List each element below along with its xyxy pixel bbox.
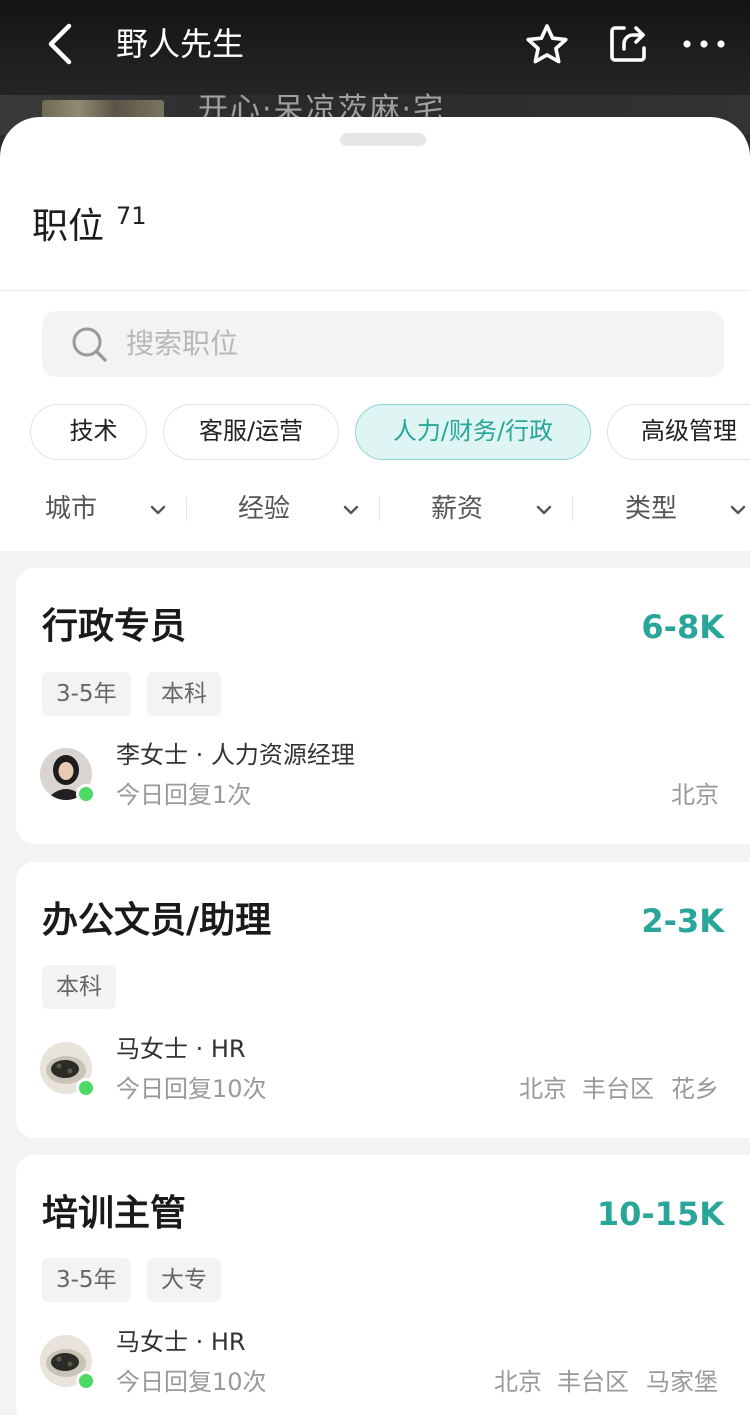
chevron-down-icon [150,505,166,515]
job-tag: 本科 [147,672,221,716]
job-tag: 3-5年 [42,672,131,716]
online-indicator [76,784,96,804]
filter-separator [572,497,573,521]
filter-type[interactable]: 类型 [625,481,747,537]
job-location-area: 马家堡 [646,1368,718,1396]
job-location-city: 北京 [671,781,719,809]
favorite-button[interactable] [522,20,572,68]
filter-label: 薪资 [431,494,484,524]
share-icon [610,26,646,62]
job-location-area: 花乡 [671,1075,719,1103]
reply-count: 今日回复10次 [116,1075,267,1103]
section-title: 职位 [32,206,105,247]
section-count: 71 [116,202,147,230]
online-indicator [76,1078,96,1098]
more-button[interactable] [680,20,728,68]
more-dots-icon [683,40,725,48]
avatar [40,748,96,804]
search-placeholder: 搜索职位 [126,327,239,360]
filter-label: 城市 [45,494,98,524]
filter-separator [379,497,380,521]
avatar [40,1042,96,1098]
filter-label: 类型 [625,494,678,524]
category-chip-service-ops[interactable]: 客服/运营 [163,404,339,460]
job-title: 行政专员 [42,606,187,647]
job-salary: 10-15K [596,1195,724,1233]
job-salary: 6-8K [641,608,724,646]
reply-count: 今日回复1次 [116,781,252,809]
job-tag: 3-5年 [42,1258,131,1302]
job-card[interactable]: 办公文员/助理 2-3K 本科 马女士 · HR 今日回复10次 北京 丰台区 … [16,862,750,1138]
online-indicator [76,1371,96,1391]
category-chip-label: 高级管理 [641,417,737,445]
filter-experience[interactable]: 经验 [238,481,360,537]
chevron-down-icon [343,505,359,515]
job-location-district: 丰台区 [557,1368,629,1396]
filter-separator [186,497,187,521]
job-tag: 大专 [147,1258,221,1302]
chevron-left-icon [48,23,72,65]
back-button[interactable] [36,20,84,68]
job-salary: 2-3K [641,902,724,940]
divider [0,290,750,291]
recruiter-info: 马女士 · HR [116,1035,246,1063]
category-chip-label: 客服/运营 [198,417,304,445]
chevron-down-icon [730,505,746,515]
job-tag: 本科 [42,965,116,1009]
jobs-sheet: 职位 71 搜索职位 技术 客服/运营 人力/财务/行政 高级管理 城市 经验 [0,117,750,551]
job-location-district: 丰台区 [582,1075,654,1103]
filter-city[interactable]: 城市 [45,481,167,537]
job-location-city: 北京 [494,1368,542,1396]
job-card[interactable]: 行政专员 6-8K 3-5年 本科 李女士 · 人力资源经理 今日回复1次 北京 [16,568,750,844]
avatar [40,1335,96,1391]
category-chip-label: 人力/财务/行政 [392,417,554,445]
search-input[interactable]: 搜索职位 [42,311,724,377]
filter-label: 经验 [238,494,291,524]
chevron-down-icon [536,505,552,515]
category-chip-label: 技术 [69,417,118,445]
category-chip-senior-management[interactable]: 高级管理 [607,404,750,460]
job-title: 培训主管 [42,1193,187,1234]
search-icon [70,325,110,365]
reply-count: 今日回复10次 [116,1368,267,1396]
job-location-city: 北京 [519,1075,567,1103]
category-chip-tech[interactable]: 技术 [30,404,147,460]
job-card[interactable]: 培训主管 10-15K 3-5年 大专 马女士 · HR 今日回复10次 北京 … [16,1155,750,1415]
recruiter-info: 马女士 · HR [116,1328,246,1356]
filter-salary[interactable]: 薪资 [431,481,553,537]
job-title: 办公文员/助理 [42,900,272,941]
recruiter-info: 李女士 · 人力资源经理 [116,741,355,769]
star-icon [526,24,568,64]
page-title: 野人先生 [116,25,245,63]
category-chip-hr-finance-admin[interactable]: 人力/财务/行政 [355,404,591,460]
drag-handle[interactable] [340,133,426,146]
share-button[interactable] [604,20,652,68]
